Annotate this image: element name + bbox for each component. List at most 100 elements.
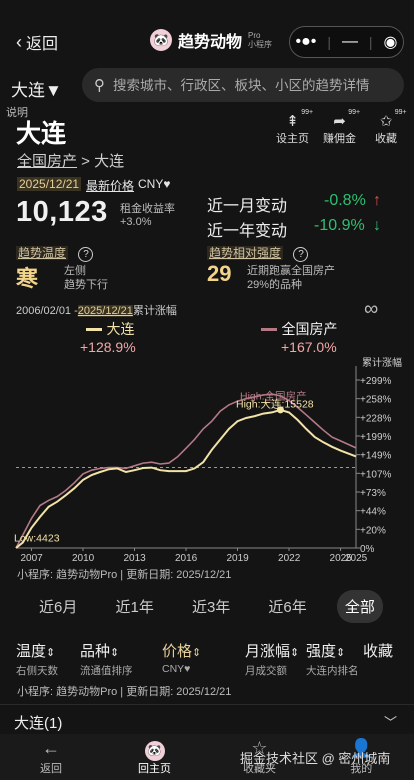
help-circle-icon[interactable]: ? [293, 247, 309, 262]
period-tabs: 近6月 近1年 近3年 近6年 全部 [0, 590, 414, 623]
y-tick-label: +149% [360, 451, 392, 462]
share-icon: ➦ 99+ [333, 109, 361, 130]
set-home-button[interactable]: ⇞ 99+ 设主页 [276, 109, 314, 146]
column-monthly-change[interactable]: 月涨幅⇕ 月成交额 [245, 640, 299, 678]
tab-6-years[interactable]: 近6年 [260, 590, 314, 623]
back-label: 返回 [26, 36, 59, 53]
tab-6-months[interactable]: 近6月 [31, 590, 85, 623]
legend-swatch [86, 328, 102, 332]
column-temperature[interactable]: 温度⇕ 右侧天数 [16, 640, 58, 678]
tab-1-year[interactable]: 近1年 [108, 590, 162, 623]
relative-strength-label: 趋势相对强度 [207, 246, 284, 260]
column-strength[interactable]: 强度⇕ 大连内排名 [306, 640, 359, 678]
rent-yield: 租金收益率 +3.0% [120, 203, 175, 229]
column-favorite[interactable]: 收藏 [363, 640, 393, 661]
infinity-icon[interactable]: ∞ [364, 298, 378, 321]
favorite-button[interactable]: ✩ 99+ 收藏 [375, 109, 407, 146]
chevron-down-icon[interactable]: ﹀ [384, 712, 397, 731]
y-tick-label: +299% [360, 376, 392, 387]
search-bar[interactable]: ⚲ [82, 68, 404, 102]
annotation-high-dalian: High:大连:15528 [236, 398, 314, 411]
chevron-left-icon: ‹ [16, 31, 22, 52]
trend-temperature-tag[interactable]: 趋势温度 ? [16, 244, 94, 262]
y-tick-label: +44% [360, 507, 386, 518]
price-trend-chart[interactable]: +299% +258% +228% +199% +149% +107% +73% +44% +2… [0, 350, 414, 570]
page-title: 大连 [16, 120, 67, 148]
trend-temperature-value: 寒 [16, 266, 39, 291]
rent-yield-value: +3.0% [120, 216, 152, 228]
end-date-picker[interactable]: 2025/12/21 [77, 305, 133, 317]
more-dots-icon[interactable]: •●• [295, 33, 316, 51]
x-tick-label: 2007 [20, 553, 43, 564]
currency-selector[interactable]: CNY♥ [138, 177, 170, 191]
list-footnote: 小程序: 趋势动物Pro | 更新日期: 2025/12/21 [17, 686, 232, 698]
relative-strength-value: 29 [207, 261, 232, 286]
earn-commission-label: 赚佣金 [323, 133, 356, 145]
price-label[interactable]: 最新价格 [86, 177, 134, 194]
sort-icon: ⇕ [290, 647, 300, 659]
breadcrumb-root[interactable]: 全国房产 [17, 153, 77, 170]
arrow-down-icon: ↓ [373, 217, 381, 234]
year-change-label: 近一年变动 [207, 223, 288, 240]
year-change-value: -10.9% [314, 217, 365, 234]
x-tick-label: 2016 [175, 553, 198, 564]
watermark: 掘金技术社区 @ 密州城南 [240, 751, 391, 766]
series-line-dalian [15, 408, 357, 549]
arrow-left-icon: ← [42, 738, 60, 758]
help-circle-icon[interactable]: ? [78, 247, 94, 262]
tab-all[interactable]: 全部 [336, 590, 383, 623]
column-price[interactable]: 价格⇕ CNY♥ [162, 640, 201, 675]
month-change-label: 近一月变动 [207, 198, 288, 215]
minimize-icon[interactable]: — [342, 33, 358, 51]
sort-icon: ⇕ [110, 647, 120, 659]
favorite-label: 收藏 [375, 133, 397, 145]
city-selector[interactable]: 大连▼ [11, 76, 62, 101]
earn-commission-button[interactable]: ➦ 99+ 赚佣金 [323, 109, 361, 146]
sort-icon: ⇕ [46, 647, 56, 659]
miniprogram-capsule: •●• | — | ◉ [289, 26, 404, 58]
latest-price: 10,123 [16, 196, 108, 228]
x-tick-label: 2022 [278, 553, 301, 564]
y-axis-title: 累计涨幅 [362, 356, 402, 369]
search-input[interactable] [113, 77, 383, 93]
search-icon: ⚲ [94, 77, 105, 94]
legend-label: 大连 [106, 321, 135, 337]
trend-description: 左侧 趋势下行 [64, 265, 108, 291]
home-logo-icon: 🐼 [144, 738, 165, 761]
y-tick-label: +20% [360, 525, 386, 536]
tabbar-back[interactable]: ← 返回 [40, 738, 62, 776]
back-button[interactable]: ‹ 返回 [16, 30, 58, 54]
rent-yield-label: 租金收益率 [120, 203, 175, 215]
relative-strength-tag[interactable]: 趋势相对强度 ? [207, 244, 309, 262]
relative-strength-description: 近期跑赢全国房产 29%的品种 [247, 265, 335, 291]
arrow-up-icon: ↑ [373, 192, 381, 209]
y-tick-label: +228% [360, 413, 392, 424]
sort-icon: ⇕ [336, 647, 346, 659]
pin-icon: ⇞ 99+ [286, 109, 314, 130]
top-navigation-bar: ‹ 返回 🐼 趋势动物 Pro 小程序 •●• | — | ◉ [0, 0, 414, 62]
set-home-label: 设主页 [276, 133, 309, 145]
x-tick-label: 2010 [72, 553, 95, 564]
breadcrumb-current: 大连 [94, 153, 125, 170]
legend-swatch [261, 328, 277, 332]
chart-footnote: 小程序: 趋势动物Pro | 更新日期: 2025/12/21 [17, 569, 232, 581]
app-title: 趋势动物 [178, 34, 243, 51]
target-icon[interactable]: ◉ [384, 32, 398, 52]
y-tick-label: +258% [360, 395, 392, 406]
capsule-divider: | [327, 34, 331, 50]
x-tick-label: 2013 [123, 553, 146, 564]
price-date: 2025/12/21 [17, 177, 82, 191]
column-variety[interactable]: 品种⇕ 流通值排序 [80, 640, 133, 678]
tab-3-years[interactable]: 近3年 [184, 590, 238, 623]
tabbar-home[interactable]: 🐼 回主页 [138, 738, 171, 776]
sort-icon: ⇕ [192, 647, 202, 659]
trend-temperature-label: 趋势温度 [16, 246, 69, 260]
app-badge: Pro 小程序 [248, 31, 273, 49]
list-group-header[interactable]: 大连(1) [14, 712, 62, 733]
chart-date-range: 2006/02/01 -2025/12/21累计涨幅 [16, 305, 177, 317]
y-tick-label: +199% [360, 432, 392, 443]
app-logo-icon: 🐼 [150, 29, 172, 51]
capsule-divider: | [368, 34, 373, 50]
y-tick-label: +73% [360, 488, 386, 499]
annotation-low-dalian: Low:4423 [14, 532, 60, 544]
